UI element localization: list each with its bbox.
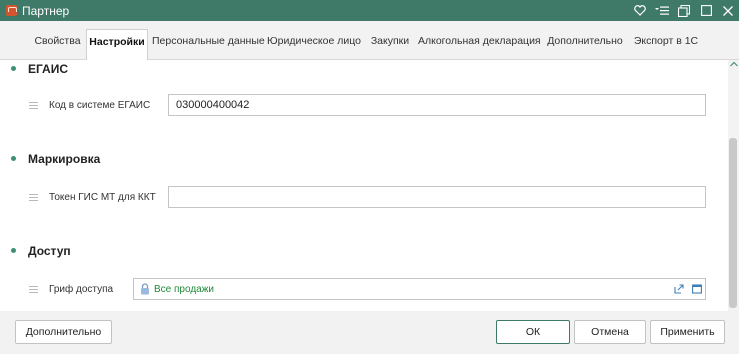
open-link-icon[interactable] bbox=[674, 284, 684, 294]
heart-icon[interactable] bbox=[629, 0, 651, 21]
scrollbar-thumb[interactable] bbox=[729, 138, 737, 308]
tab-purchases[interactable]: Закупки bbox=[366, 30, 414, 60]
section-title-access: Доступ bbox=[28, 244, 71, 258]
egais-code-label: Код в системе ЕГАИС bbox=[49, 100, 151, 111]
close-icon[interactable] bbox=[717, 0, 739, 21]
drag-handle-icon[interactable] bbox=[29, 286, 38, 293]
dialog-footer: Дополнительно ОК Отмена Применить bbox=[0, 311, 739, 354]
drag-handle-icon[interactable] bbox=[29, 194, 38, 201]
section-marker-marking bbox=[11, 156, 16, 161]
menu-icon[interactable] bbox=[651, 0, 673, 21]
settings-content: ЕГАИС Код в системе ЕГАИС Маркировка Ток… bbox=[0, 60, 728, 311]
window-title: Партнер bbox=[22, 3, 70, 18]
maximize-icon[interactable] bbox=[695, 0, 717, 21]
tab-personal-data[interactable]: Персональные данные bbox=[152, 30, 265, 60]
window-controls bbox=[629, 0, 739, 21]
access-level-label: Гриф доступа bbox=[49, 284, 114, 295]
access-level-field[interactable]: Все продажи bbox=[133, 278, 706, 300]
access-level-value: Все продажи bbox=[154, 283, 214, 295]
gis-mt-token-label: Токен ГИС МТ для ККТ bbox=[49, 192, 156, 203]
section-title-egais: ЕГАИС bbox=[28, 62, 69, 76]
ok-button[interactable]: ОК bbox=[496, 320, 570, 344]
gis-mt-token-input[interactable] bbox=[168, 186, 706, 208]
additional-button[interactable]: Дополнительно bbox=[15, 320, 112, 344]
chevron-up-icon[interactable] bbox=[730, 60, 738, 68]
window-titlebar: Партнер bbox=[0, 0, 739, 21]
tab-alcohol-declaration[interactable]: Алкогольная декларация bbox=[418, 30, 541, 60]
tab-settings[interactable]: Настройки bbox=[86, 29, 148, 61]
select-window-icon[interactable] bbox=[692, 284, 702, 294]
tab-bar: Свойства Настройки Персональные данные Ю… bbox=[0, 21, 739, 61]
tab-export-1c[interactable]: Экспорт в 1С bbox=[630, 30, 702, 60]
restore-icon[interactable] bbox=[673, 0, 695, 21]
egais-code-input[interactable] bbox=[168, 94, 706, 116]
tab-legal-entity[interactable]: Юридическое лицо bbox=[266, 30, 362, 60]
apply-button[interactable]: Применить bbox=[650, 320, 725, 344]
section-title-marking: Маркировка bbox=[28, 152, 101, 166]
section-marker-access bbox=[11, 248, 16, 253]
tab-properties[interactable]: Свойства bbox=[29, 30, 86, 60]
partner-window-icon bbox=[6, 5, 17, 16]
cancel-button[interactable]: Отмена bbox=[574, 320, 646, 344]
tab-additional[interactable]: Дополнительно bbox=[544, 30, 626, 60]
section-marker-egais bbox=[11, 66, 16, 71]
content-scrollbar[interactable] bbox=[728, 60, 739, 311]
drag-handle-icon[interactable] bbox=[29, 102, 38, 109]
lock-icon bbox=[140, 283, 150, 295]
